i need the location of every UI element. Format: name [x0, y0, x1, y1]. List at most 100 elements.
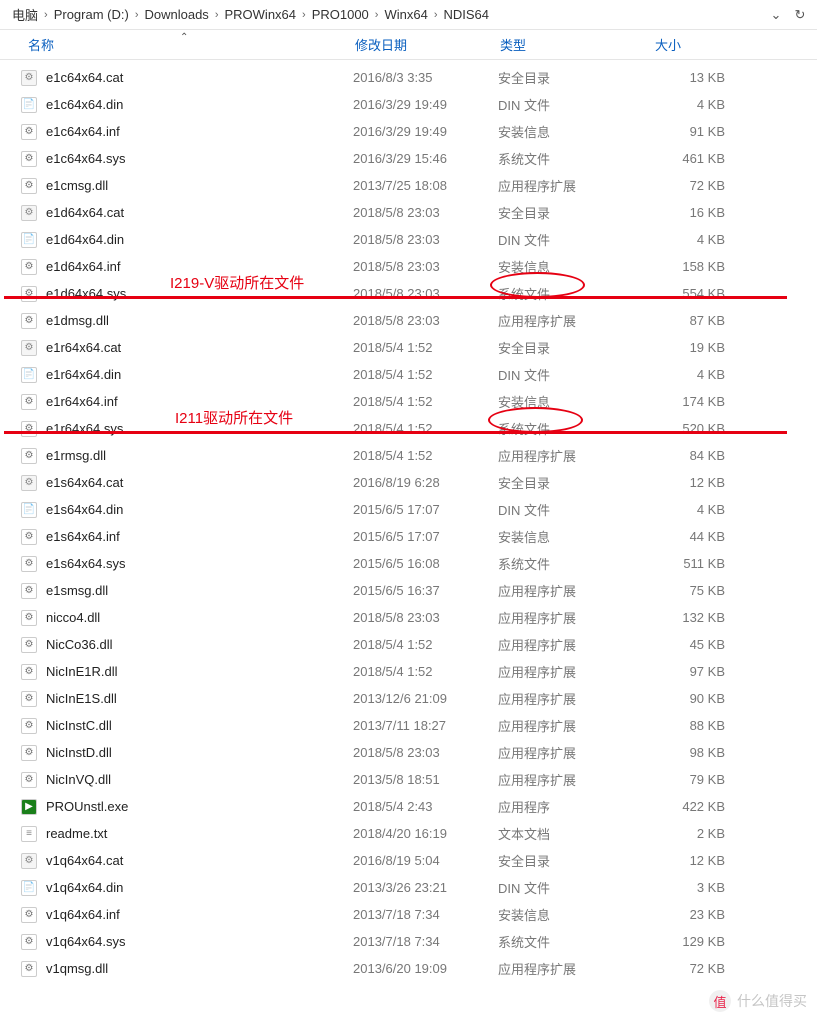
file-row[interactable]: ≡readme.txt2018/4/20 16:19文本文档2 KB [0, 820, 817, 847]
file-row[interactable]: ⚙e1d64x64.sys2018/5/8 23:03系统文件554 KB [0, 280, 817, 307]
refresh-icon[interactable]: ↻ [791, 7, 809, 23]
file-size: 4 KB [653, 367, 753, 382]
file-row[interactable]: ⚙e1dmsg.dll2018/5/8 23:03应用程序扩展87 KB [0, 307, 817, 334]
file-row[interactable]: ⚙NicInstD.dll2018/5/8 23:03应用程序扩展98 KB [0, 739, 817, 766]
file-icon: ⚙ [20, 258, 38, 276]
breadcrumb-segment[interactable]: Program (D:) [50, 7, 133, 22]
file-name: PROUnstl.exe [46, 799, 353, 814]
file-type: 系统文件 [498, 419, 653, 438]
column-date[interactable]: 修改日期 [355, 35, 500, 54]
file-date: 2015/6/5 16:08 [353, 556, 498, 571]
file-row[interactable]: 📄e1s64x64.din2015/6/5 17:07DIN 文件4 KB [0, 496, 817, 523]
file-row[interactable]: ⚙e1s64x64.inf2015/6/5 17:07安装信息44 KB [0, 523, 817, 550]
file-row[interactable]: 📄e1d64x64.din2018/5/8 23:03DIN 文件4 KB [0, 226, 817, 253]
file-row[interactable]: ⚙NicInstC.dll2013/7/11 18:27应用程序扩展88 KB [0, 712, 817, 739]
file-date: 2013/7/18 7:34 [353, 934, 498, 949]
file-type: 应用程序扩展 [498, 581, 653, 600]
breadcrumb-segment[interactable]: PRO1000 [308, 7, 373, 22]
file-row[interactable]: ⚙e1rmsg.dll2018/5/4 1:52应用程序扩展84 KB [0, 442, 817, 469]
file-name: e1d64x64.din [46, 232, 353, 247]
file-type: 安全目录 [498, 851, 653, 870]
file-row[interactable]: ⚙nicco4.dll2018/5/8 23:03应用程序扩展132 KB [0, 604, 817, 631]
file-row[interactable]: ⚙v1q64x64.inf2013/7/18 7:34安装信息23 KB [0, 901, 817, 928]
file-row[interactable]: ⚙NicInE1S.dll2013/12/6 21:09应用程序扩展90 KB [0, 685, 817, 712]
file-row[interactable]: ⚙e1r64x64.cat2018/5/4 1:52安全目录19 KB [0, 334, 817, 361]
file-icon: ⚙ [20, 474, 38, 492]
file-icon: ⚙ [20, 690, 38, 708]
file-row[interactable]: ⚙e1c64x64.inf2016/3/29 19:49安装信息91 KB [0, 118, 817, 145]
file-row[interactable]: 📄e1c64x64.din2016/3/29 19:49DIN 文件4 KB [0, 91, 817, 118]
file-size: 87 KB [653, 313, 753, 328]
file-date: 2018/5/8 23:03 [353, 232, 498, 247]
file-size: 3 KB [653, 880, 753, 895]
file-date: 2013/7/11 18:27 [353, 718, 498, 733]
file-row[interactable]: ⚙e1c64x64.cat2016/8/3 3:35安全目录13 KB [0, 64, 817, 91]
file-row[interactable]: ⚙e1s64x64.cat2016/8/19 6:28安全目录12 KB [0, 469, 817, 496]
file-row[interactable]: ⚙e1d64x64.inf2018/5/8 23:03安装信息158 KB [0, 253, 817, 280]
file-icon: ⚙ [20, 420, 38, 438]
column-type[interactable]: 类型 [500, 35, 655, 54]
file-type: 应用程序扩展 [498, 311, 653, 330]
breadcrumb-segment[interactable]: Downloads [140, 7, 212, 22]
file-row[interactable]: ⚙e1smsg.dll2015/6/5 16:37应用程序扩展75 KB [0, 577, 817, 604]
file-date: 2013/12/6 21:09 [353, 691, 498, 706]
file-type: 系统文件 [498, 554, 653, 573]
file-size: 84 KB [653, 448, 753, 463]
file-name: e1s64x64.din [46, 502, 353, 517]
file-row[interactable]: ⚙NicInE1R.dll2018/5/4 1:52应用程序扩展97 KB [0, 658, 817, 685]
file-type: 安全目录 [498, 473, 653, 492]
file-type: 应用程序 [498, 797, 653, 816]
file-name: e1c64x64.din [46, 97, 353, 112]
file-type: 文本文档 [498, 824, 653, 843]
column-headers: ⌃ 名称 修改日期 类型 大小 [0, 30, 817, 60]
file-size: 12 KB [653, 853, 753, 868]
file-row[interactable]: 📄v1q64x64.din2013/3/26 23:21DIN 文件3 KB [0, 874, 817, 901]
file-name: e1c64x64.sys [46, 151, 353, 166]
breadcrumb-segment[interactable]: 电脑 [8, 5, 42, 24]
file-name: NicInstC.dll [46, 718, 353, 733]
file-type: 应用程序扩展 [498, 770, 653, 789]
file-date: 2018/4/20 16:19 [353, 826, 498, 841]
file-row[interactable]: ⚙e1s64x64.sys2015/6/5 16:08系统文件511 KB [0, 550, 817, 577]
breadcrumb-segment[interactable]: Winx64 [380, 7, 431, 22]
file-icon: ⚙ [20, 555, 38, 573]
file-type: 安装信息 [498, 905, 653, 924]
file-row[interactable]: ⚙e1d64x64.cat2018/5/8 23:03安全目录16 KB [0, 199, 817, 226]
file-date: 2016/3/29 15:46 [353, 151, 498, 166]
file-row[interactable]: ⚙e1cmsg.dll2013/7/25 18:08应用程序扩展72 KB [0, 172, 817, 199]
column-size[interactable]: 大小 [655, 35, 755, 54]
file-date: 2013/6/20 19:09 [353, 961, 498, 976]
file-size: 72 KB [653, 961, 753, 976]
file-row[interactable]: ⚙e1c64x64.sys2016/3/29 15:46系统文件461 KB [0, 145, 817, 172]
breadcrumb-segment[interactable]: NDIS64 [439, 7, 493, 22]
file-icon: ⚙ [20, 447, 38, 465]
file-row[interactable]: ⚙NicInVQ.dll2013/5/8 18:51应用程序扩展79 KB [0, 766, 817, 793]
file-row[interactable]: ⚙NicCo36.dll2018/5/4 1:52应用程序扩展45 KB [0, 631, 817, 658]
file-icon: ⚙ [20, 906, 38, 924]
file-row[interactable]: ⚙v1q64x64.cat2016/8/19 5:04安全目录12 KB [0, 847, 817, 874]
file-size: 4 KB [653, 232, 753, 247]
file-row[interactable]: 📄e1r64x64.din2018/5/4 1:52DIN 文件4 KB [0, 361, 817, 388]
file-row[interactable]: ⚙e1r64x64.inf2018/5/4 1:52安装信息174 KB [0, 388, 817, 415]
file-row[interactable]: ⚙v1q64x64.sys2013/7/18 7:34系统文件129 KB [0, 928, 817, 955]
file-size: 79 KB [653, 772, 753, 787]
file-type: 安装信息 [498, 527, 653, 546]
file-icon: ⚙ [20, 312, 38, 330]
file-type: DIN 文件 [498, 500, 653, 519]
breadcrumb-segment[interactable]: PROWinx64 [220, 7, 300, 22]
file-size: 12 KB [653, 475, 753, 490]
file-size: 98 KB [653, 745, 753, 760]
file-row[interactable]: ⚙v1qmsg.dll2013/6/20 19:09应用程序扩展72 KB [0, 955, 817, 982]
file-icon: ≡ [20, 825, 38, 843]
file-type: DIN 文件 [498, 878, 653, 897]
file-size: 88 KB [653, 718, 753, 733]
file-icon: ⚙ [20, 123, 38, 141]
file-size: 45 KB [653, 637, 753, 652]
file-row[interactable]: ⚙e1r64x64.sys2018/5/4 1:52系统文件520 KB [0, 415, 817, 442]
file-date: 2016/8/3 3:35 [353, 70, 498, 85]
dropdown-icon[interactable]: ⌄ [767, 7, 785, 23]
file-list: ⚙e1c64x64.cat2016/8/3 3:35安全目录13 KB📄e1c6… [0, 60, 817, 982]
file-date: 2016/3/29 19:49 [353, 124, 498, 139]
file-row[interactable]: ▶PROUnstl.exe2018/5/4 2:43应用程序422 KB [0, 793, 817, 820]
file-date: 2018/5/4 1:52 [353, 421, 498, 436]
